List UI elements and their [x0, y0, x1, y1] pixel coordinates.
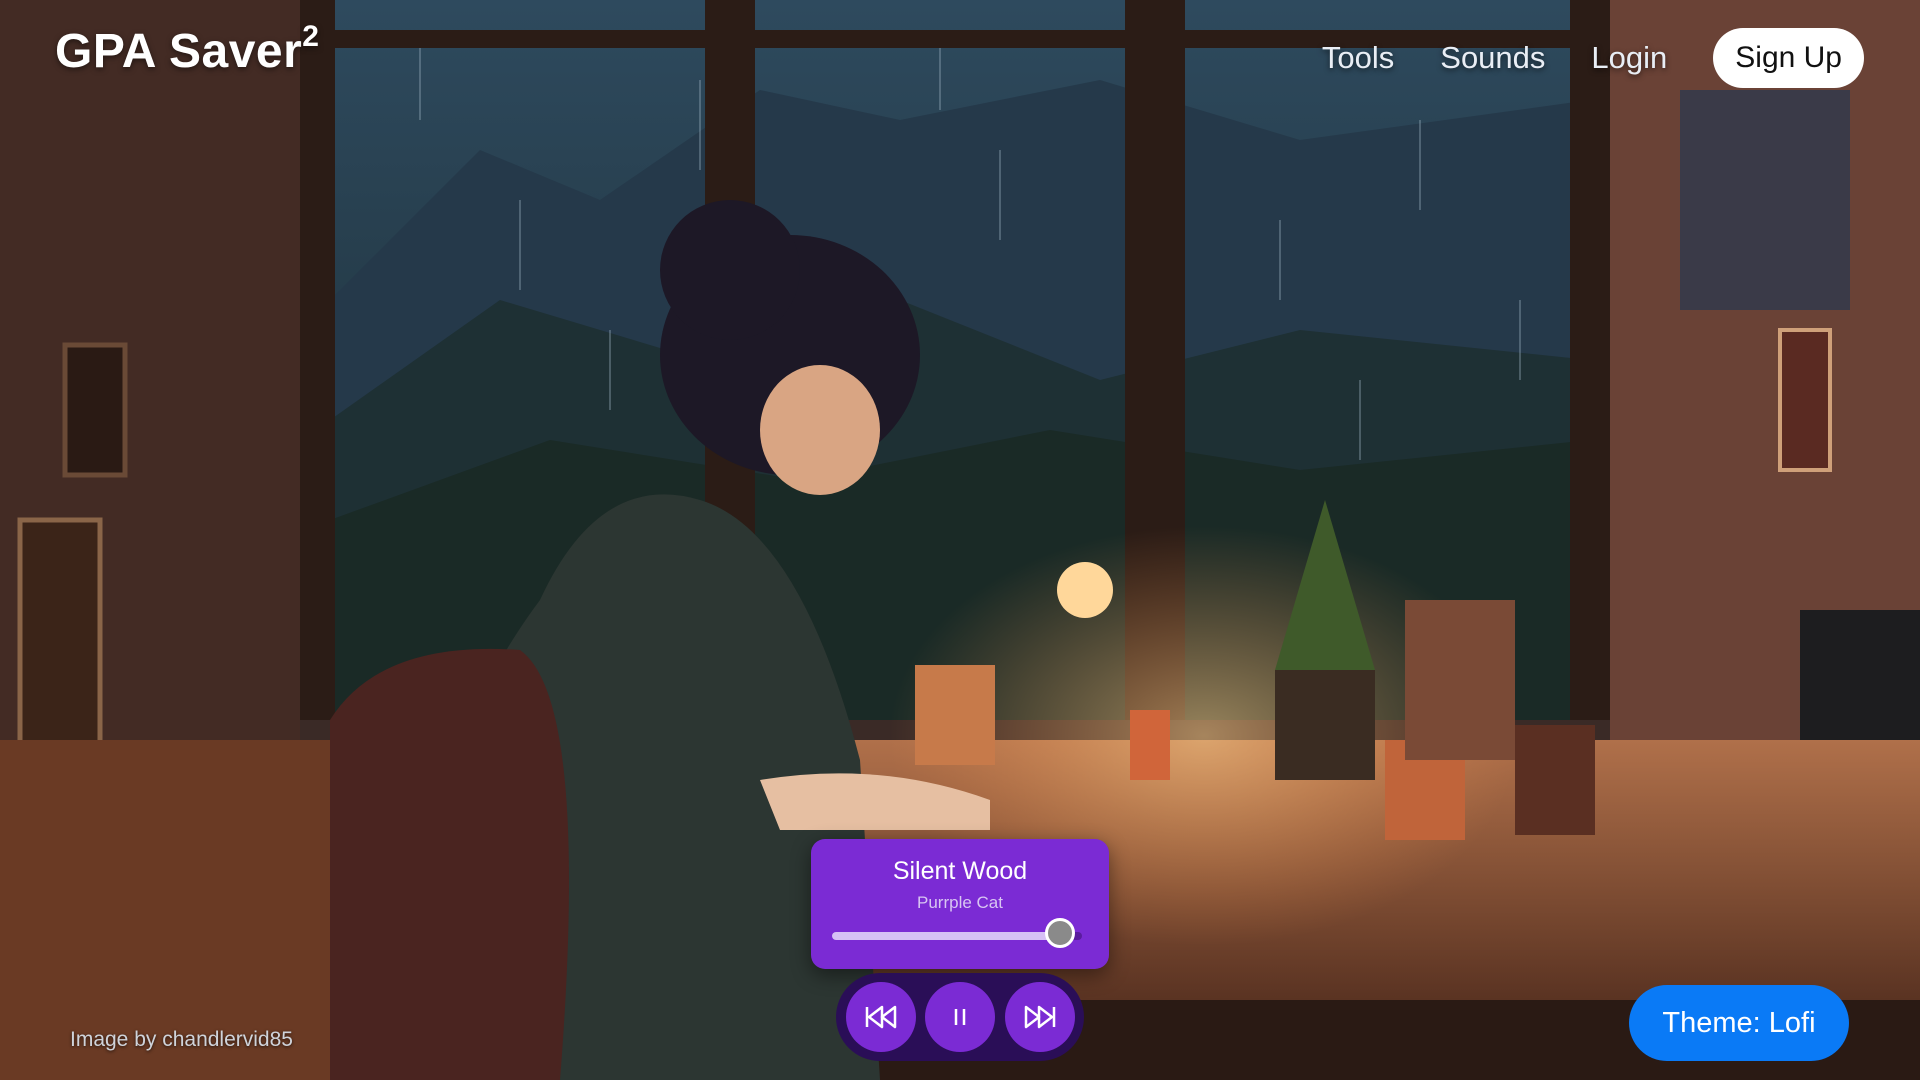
skip-back-icon	[865, 1005, 896, 1029]
skip-forward-icon	[1024, 1005, 1055, 1029]
theme-button[interactable]: Theme: Lofi	[1629, 985, 1849, 1061]
nav-sounds-link[interactable]: Sounds	[1440, 40, 1545, 76]
brand-name: GPA Saver	[55, 25, 303, 78]
pause-button[interactable]	[925, 982, 995, 1052]
progress-fill	[832, 932, 1060, 940]
app-logo[interactable]: GPA Saver2	[55, 20, 319, 79]
image-credit: Image by chandlervid85	[70, 1028, 293, 1051]
brand-superscript: 2	[302, 20, 320, 53]
playback-controls	[836, 973, 1084, 1061]
next-track-button[interactable]	[1004, 982, 1075, 1052]
track-artist: Purrple Cat	[917, 893, 1003, 912]
pause-icon	[954, 1009, 966, 1025]
progress-slider[interactable]	[832, 918, 1082, 948]
track-title: Silent Wood	[892, 857, 1028, 885]
top-nav: Tools Sounds Login Sign Up	[1322, 28, 1864, 88]
music-player-card: Silent Wood Purrple Cat	[811, 839, 1109, 969]
signup-button[interactable]: Sign Up	[1713, 28, 1864, 88]
progress-thumb[interactable]	[1044, 918, 1075, 948]
nav-tools-link[interactable]: Tools	[1322, 40, 1394, 76]
previous-track-button[interactable]	[845, 982, 916, 1052]
nav-login-link[interactable]: Login	[1591, 40, 1667, 76]
